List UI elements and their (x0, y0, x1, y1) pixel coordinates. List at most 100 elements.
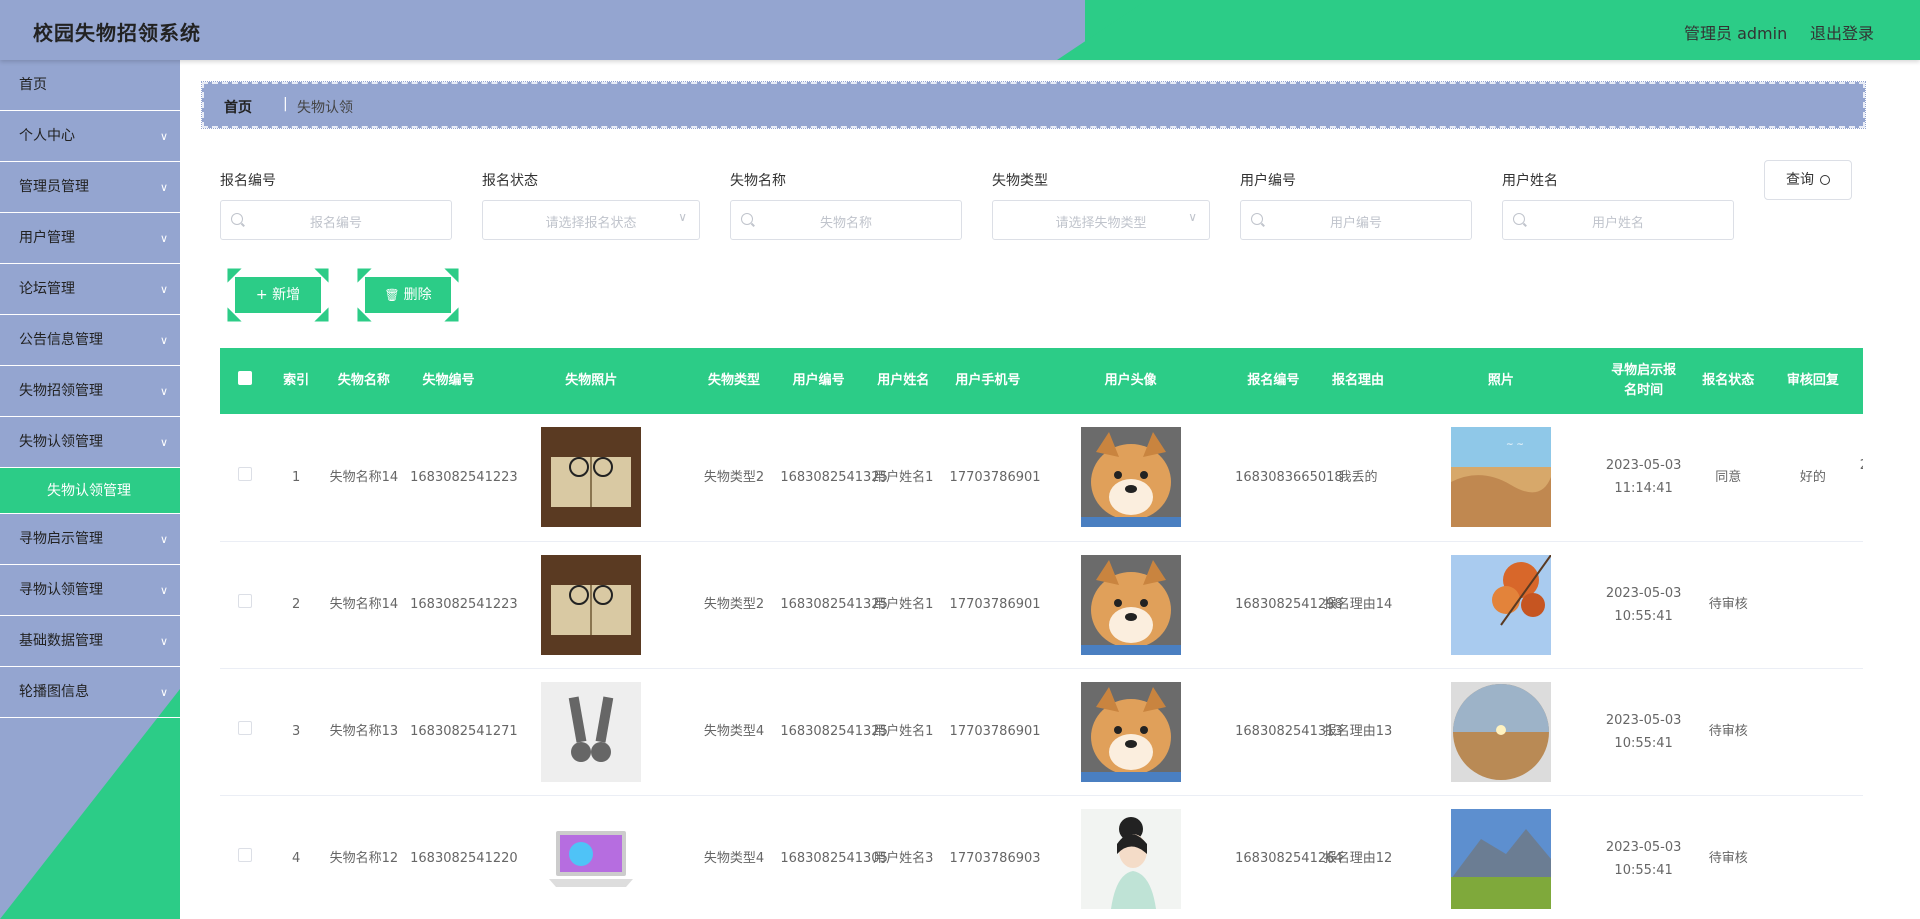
column-header[interactable]: 失物名称 (322, 348, 407, 414)
sidebar-item-a5[interactable]: 公告信息管理 ∨ (0, 315, 180, 366)
book-photo (541, 554, 642, 655)
sidebar: 首页 个人中心 ∨ 管理员管理 ∨ 用户管理 ∨ 论坛管理 ∨ 公告信息管理 ∨ 失物招领管理 ∨ 失物认… (0, 60, 180, 919)
sidebar-item-a3[interactable]: 用户管理 ∨ (0, 213, 180, 264)
column-header[interactable]: 审核时间 (1855, 348, 1863, 414)
column-header[interactable]: 用户手机号 (946, 348, 1031, 414)
cell-lost-name: 失物名称14 (321, 414, 407, 542)
sidebar-item-label: 论坛管理 (19, 281, 75, 297)
header-green-band (1085, 0, 1920, 60)
breadcrumb-home[interactable]: 首页 (224, 97, 252, 117)
query-button[interactable]: 查询 (1764, 160, 1852, 200)
column-header[interactable]: 失物照片 (491, 348, 692, 414)
filter-label: 报名状态 (482, 173, 538, 189)
chevron-down-icon: ∨ (159, 130, 168, 143)
sidebar-item-a0[interactable]: 首页 (0, 60, 180, 111)
sidebar-item-a1[interactable]: 个人中心 ∨ (0, 111, 180, 162)
leaves-photo (1450, 554, 1551, 655)
cell-user-name: 用户姓名1 (860, 668, 946, 796)
app-title: 校园失物招领系统 (33, 21, 201, 45)
cell-lost-type: 失物类型2 (691, 541, 777, 669)
row-checkbox-cell (220, 541, 271, 669)
cell-lost-name: 失物名称13 (321, 668, 407, 796)
column-header[interactable]: 寻物启示报名时间 (1601, 348, 1686, 414)
column-header[interactable]: 报名理由 (1316, 348, 1401, 414)
query-label: 查询 (1786, 172, 1814, 188)
cell-audit-time (1855, 541, 1863, 669)
row-checkbox[interactable] (238, 721, 253, 735)
select-all-checkbox[interactable] (238, 370, 253, 385)
cell-reg-code: 1683082541264 (1231, 795, 1343, 919)
column-header[interactable]: 照片 (1400, 348, 1601, 414)
cell-avatar (1030, 541, 1232, 669)
book-photo (541, 427, 642, 528)
chevron-down-icon: ∨ (159, 584, 168, 597)
table-row[interactable]: 2 失物名称14 1683082541223 失物类型2 1683082541325 用户… (220, 541, 1863, 669)
cell-time: 2023-05-03 10:55:41 (1601, 541, 1686, 669)
mountain-photo (1450, 808, 1551, 909)
cell-reason: 报名理由14 (1315, 541, 1401, 669)
table-row[interactable]: 4 失物名称12 1683082541220 失物类型4 1683082541305 用户… (220, 795, 1863, 919)
dog-avatar (1080, 681, 1181, 782)
cell-reply (1770, 795, 1856, 919)
cell-lost-photo (490, 414, 692, 542)
sidebar-subitem-active[interactable]: 失物认领管理 (0, 468, 180, 514)
sidebar-item-b0[interactable]: 寻物启示管理 ∨ (0, 514, 180, 565)
add-button[interactable]: + 新增 (220, 261, 336, 329)
cell-phone: 17703786901 (945, 668, 1041, 796)
column-header[interactable]: 审核回复 (1771, 348, 1856, 414)
column-header[interactable]: 用户姓名 (861, 348, 946, 414)
filter-placeholder: 用户姓名 (1591, 216, 1644, 231)
cell-user-name: 用户姓名3 (860, 795, 946, 919)
cell-index: 1 (270, 414, 322, 542)
sidebar-item-b1[interactable]: 寻物认领管理 ∨ (0, 565, 180, 616)
breadcrumb: 首页 | 失物认领 (201, 81, 1866, 129)
sidebar-item-a4[interactable]: 论坛管理 ∨ (0, 264, 180, 315)
logout-link[interactable]: 退出登录 (1810, 20, 1874, 44)
sidebar-item-b2[interactable]: 基础数据管理 ∨ (0, 616, 180, 667)
table-row[interactable]: 1 失物名称14 1683082541223 失物类型2 1683082541325 用户… (220, 414, 1863, 542)
sidebar-item-label: 首页 (19, 77, 47, 93)
filter-select[interactable]: 请选择失物类型 ∨ (992, 200, 1210, 240)
table-row[interactable]: 3 失物名称13 1683082541271 失物类型4 1683082541325 用户… (220, 668, 1863, 796)
column-header[interactable]: 报名状态 (1686, 348, 1771, 414)
cell-reply: 好的 (1770, 414, 1856, 542)
search-icon (1820, 175, 1830, 185)
filter-input[interactable]: 报名编号 (220, 200, 452, 240)
sidebar-item-a2[interactable]: 管理员管理 ∨ (0, 162, 180, 213)
cell-time: 2023-05-03 10:55:41 (1601, 795, 1686, 919)
row-checkbox[interactable] (238, 848, 253, 862)
chevron-down-icon: ∨ (678, 210, 687, 224)
column-header[interactable]: 报名编号 (1231, 348, 1316, 414)
cell-phone: 17703786903 (945, 795, 1041, 919)
column-header[interactable]: 用户编号 (776, 348, 861, 414)
column-header[interactable]: 索引 (271, 348, 322, 414)
filter-label: 用户编号 (1240, 173, 1296, 189)
column-header[interactable]: 用户头像 (1030, 348, 1231, 414)
cell-status: 待审核 (1685, 541, 1771, 669)
cell-reply (1770, 668, 1856, 796)
filter-input[interactable]: 失物名称 (730, 200, 962, 240)
column-header[interactable]: 失物编号 (406, 348, 491, 414)
column-header[interactable]: 失物类型 (692, 348, 777, 414)
row-checkbox-cell (220, 795, 271, 919)
cell-user-name: 用户姓名1 (860, 414, 946, 542)
sidebar-item-a6[interactable]: 失物招领管理 ∨ (0, 366, 180, 417)
row-checkbox[interactable] (238, 466, 253, 481)
cell-reg-code: 1683082541313 (1231, 668, 1343, 796)
sidebar-decoration (0, 689, 180, 919)
filter-input[interactable]: 用户姓名 (1502, 200, 1734, 240)
keys-photo (541, 681, 642, 782)
cell-reason: 报名理由13 (1315, 668, 1401, 796)
data-table: 索引 失物名称 失物编号 失物照片 失物类型 用户编号 用户姓名 用户手机号 用户头像 报名编号报… (220, 348, 1863, 919)
sidebar-item-a7[interactable]: 失物认领管理 ∨ (0, 417, 180, 468)
row-checkbox[interactable] (238, 594, 253, 608)
svg-text:~ ~: ~ ~ (1506, 440, 1524, 450)
cell-status: 待审核 (1685, 795, 1771, 919)
sidebar-item-b3[interactable]: 轮播图信息 ∨ (0, 667, 180, 718)
filter-select[interactable]: 请选择报名状态 ∨ (482, 200, 700, 240)
filter-input[interactable]: 用户编号 (1240, 200, 1472, 240)
delete-button[interactable]: 🗑 删除 (350, 261, 466, 329)
cell-lost-type: 失物类型4 (691, 668, 777, 796)
cell-lost-photo (490, 795, 692, 919)
filter-label: 用户姓名 (1502, 173, 1558, 189)
